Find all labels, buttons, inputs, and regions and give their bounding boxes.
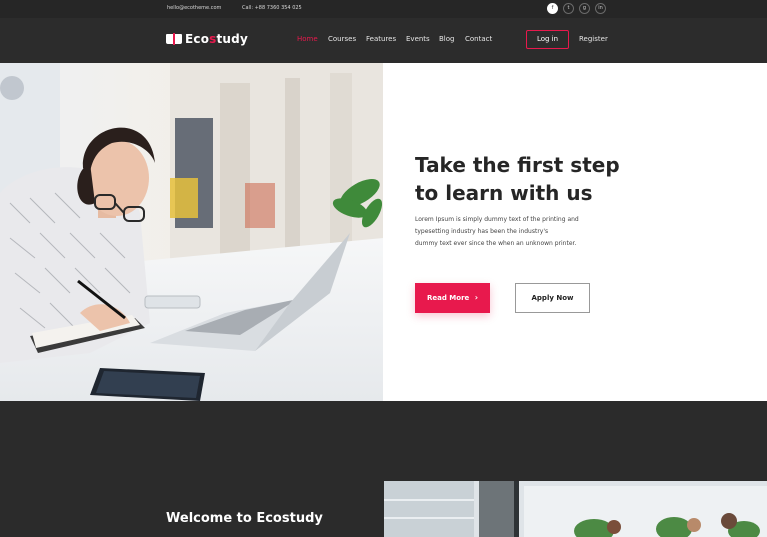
hero-section: Take the first step to learn with us Lor… bbox=[0, 63, 767, 401]
hero-photo-woman-studying bbox=[0, 63, 383, 401]
office-photo bbox=[384, 481, 767, 537]
twitter-icon[interactable]: t bbox=[563, 3, 574, 14]
welcome-title: Welcome to Ecostudy bbox=[166, 511, 323, 526]
register-link[interactable]: Register bbox=[579, 35, 608, 43]
google-plus-icon[interactable]: g bbox=[579, 3, 590, 14]
hero-title: Take the first step to learn with us bbox=[415, 153, 620, 205]
welcome-section: Welcome to Ecostudy bbox=[0, 401, 767, 537]
facebook-icon[interactable]: f bbox=[547, 3, 558, 14]
chevron-right-icon: › bbox=[474, 293, 478, 302]
contact-email[interactable]: hello@ecotheme.com bbox=[167, 5, 221, 11]
nav-contact[interactable]: Contact bbox=[465, 35, 492, 43]
nav-courses[interactable]: Courses bbox=[328, 35, 356, 43]
contact-phone: Call: +88 7360 354 025 bbox=[242, 5, 302, 11]
read-more-button[interactable]: Read More › bbox=[415, 283, 490, 313]
book-icon bbox=[166, 33, 182, 45]
nav-blog[interactable]: Blog bbox=[439, 35, 454, 43]
site-logo[interactable]: Ecostudy bbox=[166, 31, 248, 47]
apply-now-button[interactable]: Apply Now bbox=[515, 283, 590, 313]
nav-events[interactable]: Events bbox=[406, 35, 430, 43]
login-button[interactable]: Log in bbox=[526, 30, 569, 49]
linkedin-icon[interactable]: in bbox=[595, 3, 606, 14]
top-bar: hello@ecotheme.com Call: +88 7360 354 02… bbox=[0, 0, 767, 18]
logo-text: Ecostudy bbox=[185, 32, 248, 46]
main-header: Ecostudy Home Courses Features Events Bl… bbox=[0, 18, 767, 63]
nav-features[interactable]: Features bbox=[366, 35, 396, 43]
nav-home[interactable]: Home bbox=[297, 35, 318, 43]
hero-description: Lorem Ipsum is simply dummy text of the … bbox=[415, 216, 579, 247]
